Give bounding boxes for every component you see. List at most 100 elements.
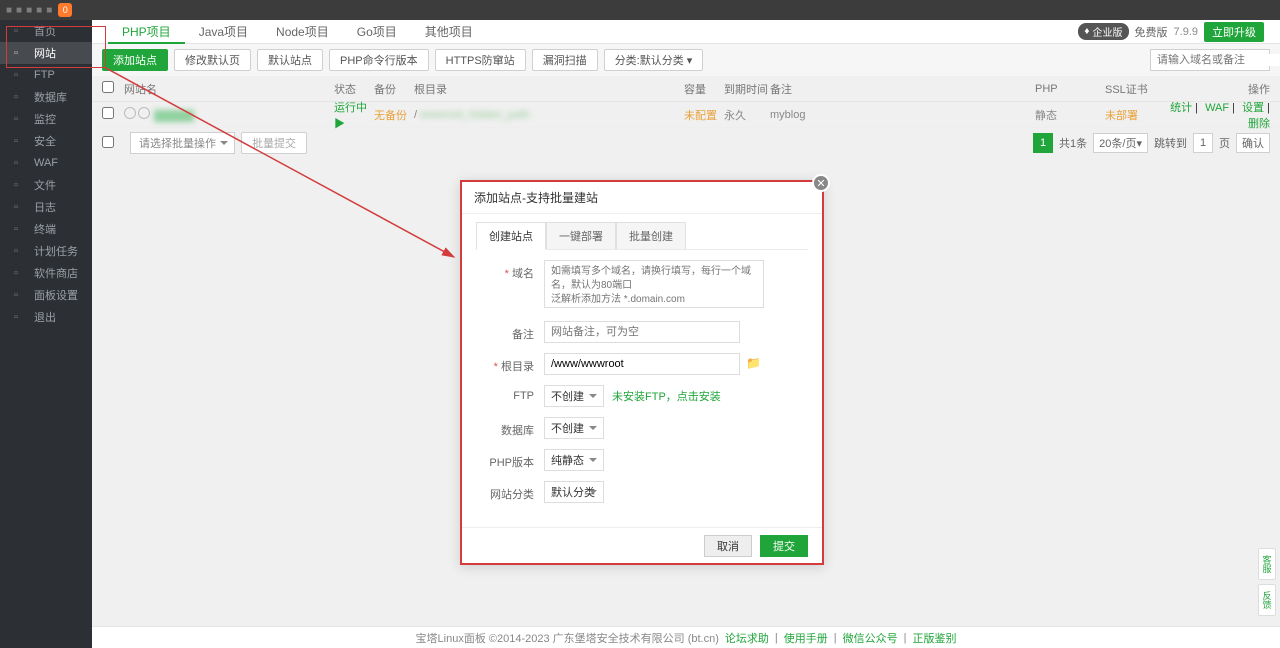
- sidebar-item-1[interactable]: ▫网站: [0, 42, 92, 64]
- sidebar-item-5[interactable]: ▫安全: [0, 130, 92, 152]
- cap-cell[interactable]: 未配置: [684, 107, 724, 123]
- sidebar-item-11[interactable]: ▫软件商店: [0, 262, 92, 284]
- mod-default-button[interactable]: 修改默认页: [174, 49, 251, 71]
- sidebar-item-3[interactable]: ▫数据库: [0, 86, 92, 108]
- modal-tabs: 创建站点一键部署批量创建: [476, 222, 808, 250]
- tab-2[interactable]: Node项目: [262, 20, 343, 44]
- footer-copy: 宝塔Linux面板 ©2014-2023 广东堡塔安全技术有限公司 (bt.cn…: [416, 630, 719, 646]
- phpver-select[interactable]: 纯静态: [544, 449, 604, 471]
- col-name[interactable]: 网站名: [124, 81, 334, 97]
- pro-badge[interactable]: ♦ 企业版: [1078, 23, 1128, 40]
- tab-4[interactable]: 其他项目: [411, 20, 487, 44]
- ftp-label: FTP: [488, 385, 544, 402]
- folder-icon[interactable]: 📁: [746, 356, 761, 370]
- page-size[interactable]: 20条/页 ▾: [1093, 133, 1148, 153]
- cat-select[interactable]: 默认分类: [544, 481, 604, 503]
- col-cap: 容量: [684, 81, 724, 97]
- feedback-button[interactable]: 反馈: [1258, 584, 1276, 616]
- scan-button[interactable]: 漏洞扫描: [532, 49, 598, 71]
- close-icon[interactable]: ✕: [812, 174, 830, 192]
- sidebar-item-7[interactable]: ▫文件: [0, 174, 92, 196]
- sidebar-item-10[interactable]: ▫计划任务: [0, 240, 92, 262]
- note-label: 备注: [488, 321, 544, 342]
- sidebar-item-2[interactable]: ▫FTP: [0, 64, 92, 86]
- col-exp[interactable]: 到期时间: [724, 81, 770, 97]
- sidebar-item-label: 网站: [34, 45, 56, 61]
- col-root: 根目录: [414, 81, 684, 97]
- tab-1[interactable]: Java项目: [185, 20, 262, 44]
- php-cell[interactable]: 静态: [1035, 107, 1105, 123]
- footer-forum[interactable]: 论坛求助: [725, 630, 769, 646]
- https-button[interactable]: HTTPS防窜站: [435, 49, 526, 71]
- system-topbar: ■■■■■ 0: [0, 0, 1280, 20]
- sidebar-item-8[interactable]: ▫日志: [0, 196, 92, 218]
- exp-cell[interactable]: 永久: [724, 107, 770, 123]
- search-input[interactable]: [1157, 54, 1280, 66]
- shield-icon: ▫: [14, 135, 26, 147]
- sidebar-item-0[interactable]: ▫首页: [0, 20, 92, 42]
- page-go-button[interactable]: 确认: [1236, 133, 1270, 153]
- op-waf[interactable]: WAF: [1205, 102, 1229, 114]
- sidebar-item-9[interactable]: ▫终端: [0, 218, 92, 240]
- sidebar-item-6[interactable]: ▫WAF: [0, 152, 92, 174]
- sys-indicators: ■■■■■: [6, 5, 52, 16]
- version-text: 7.9.9: [1174, 26, 1198, 38]
- col-ssl: SSL证书: [1105, 81, 1165, 97]
- footer: 宝塔Linux面板 ©2014-2023 广东堡塔安全技术有限公司 (bt.cn…: [92, 626, 1280, 648]
- site-toolbar: 添加站点 修改默认页 默认站点 PHP命令行版本 HTTPS防窜站 漏洞扫描 分…: [92, 44, 1280, 76]
- db-select[interactable]: 不创建: [544, 417, 604, 439]
- batch-select[interactable]: 请选择批量操作: [130, 132, 235, 154]
- add-site-button[interactable]: 添加站点: [102, 49, 168, 71]
- sidebar-item-label: 首页: [34, 23, 56, 39]
- ftp-hint[interactable]: 未安装FTP，点击安装: [612, 391, 721, 403]
- notification-badge[interactable]: 0: [58, 3, 72, 17]
- tab-0[interactable]: PHP项目: [108, 20, 185, 44]
- ftp-icon: ▫: [14, 69, 26, 81]
- backup-cell[interactable]: 无备份: [374, 107, 414, 123]
- tab-3[interactable]: Go项目: [343, 20, 411, 44]
- status-cell[interactable]: 运行中▶: [334, 99, 374, 131]
- batch-submit-button[interactable]: 批量提交: [241, 132, 307, 154]
- cancel-button[interactable]: 取消: [704, 535, 752, 557]
- sidebar-item-13[interactable]: ▫退出: [0, 306, 92, 328]
- table-row: 运行中▶ 无备份 / wwwroot_hidden_path 未配置 永久 my…: [92, 102, 1280, 128]
- sidebar-item-label: 软件商店: [34, 265, 78, 281]
- sidebar-item-12[interactable]: ▫面板设置: [0, 284, 92, 306]
- default-site-button[interactable]: 默认站点: [257, 49, 323, 71]
- sidebar-item-4[interactable]: ▫监控: [0, 108, 92, 130]
- note-cell[interactable]: myblog: [770, 109, 1035, 121]
- modal-tab-0[interactable]: 创建站点: [476, 222, 546, 250]
- ssl-cell[interactable]: 未部署: [1105, 107, 1165, 123]
- ftp-select[interactable]: 不创建: [544, 385, 604, 407]
- footer-manual[interactable]: 使用手册: [784, 630, 828, 646]
- submit-button[interactable]: 提交: [760, 535, 808, 557]
- service-button[interactable]: 客服: [1258, 548, 1276, 580]
- row-checkbox[interactable]: [102, 107, 114, 119]
- op-stat[interactable]: 统计: [1170, 102, 1192, 114]
- site-name-link[interactable]: [154, 110, 194, 122]
- pagination: 1 共1条 20条/页 ▾ 跳转到 1 页 确认: [1033, 133, 1270, 153]
- logout-icon: ▫: [14, 311, 26, 323]
- phpver-label: PHP版本: [488, 449, 544, 470]
- select-all-checkbox[interactable]: [102, 81, 114, 93]
- domain-input[interactable]: [544, 260, 764, 308]
- page-jump-input[interactable]: 1: [1193, 133, 1213, 153]
- domain-label: 域名: [488, 260, 544, 281]
- root-input[interactable]: [544, 353, 740, 375]
- upgrade-button[interactable]: 立即升级: [1204, 22, 1264, 42]
- footer-wechat[interactable]: 微信公众号: [843, 630, 898, 646]
- footer-verify[interactable]: 正版鉴别: [912, 630, 956, 646]
- modal-tab-2[interactable]: 批量创建: [616, 222, 686, 249]
- modal-tab-1[interactable]: 一键部署: [546, 222, 616, 249]
- category-select[interactable]: 分类:默认分类 ▾: [604, 49, 704, 71]
- batch-checkbox[interactable]: [102, 136, 114, 148]
- col-php: PHP: [1035, 83, 1105, 95]
- page-current[interactable]: 1: [1033, 133, 1053, 153]
- root-cell[interactable]: / wwwroot_hidden_path: [414, 109, 684, 121]
- sidebar-item-label: 终端: [34, 221, 56, 237]
- op-set[interactable]: 设置: [1242, 102, 1264, 114]
- php-cli-button[interactable]: PHP命令行版本: [329, 49, 429, 71]
- note-input[interactable]: [544, 321, 740, 343]
- file-icon: ▫: [14, 179, 26, 191]
- helper-float: 客服 反馈: [1258, 548, 1276, 616]
